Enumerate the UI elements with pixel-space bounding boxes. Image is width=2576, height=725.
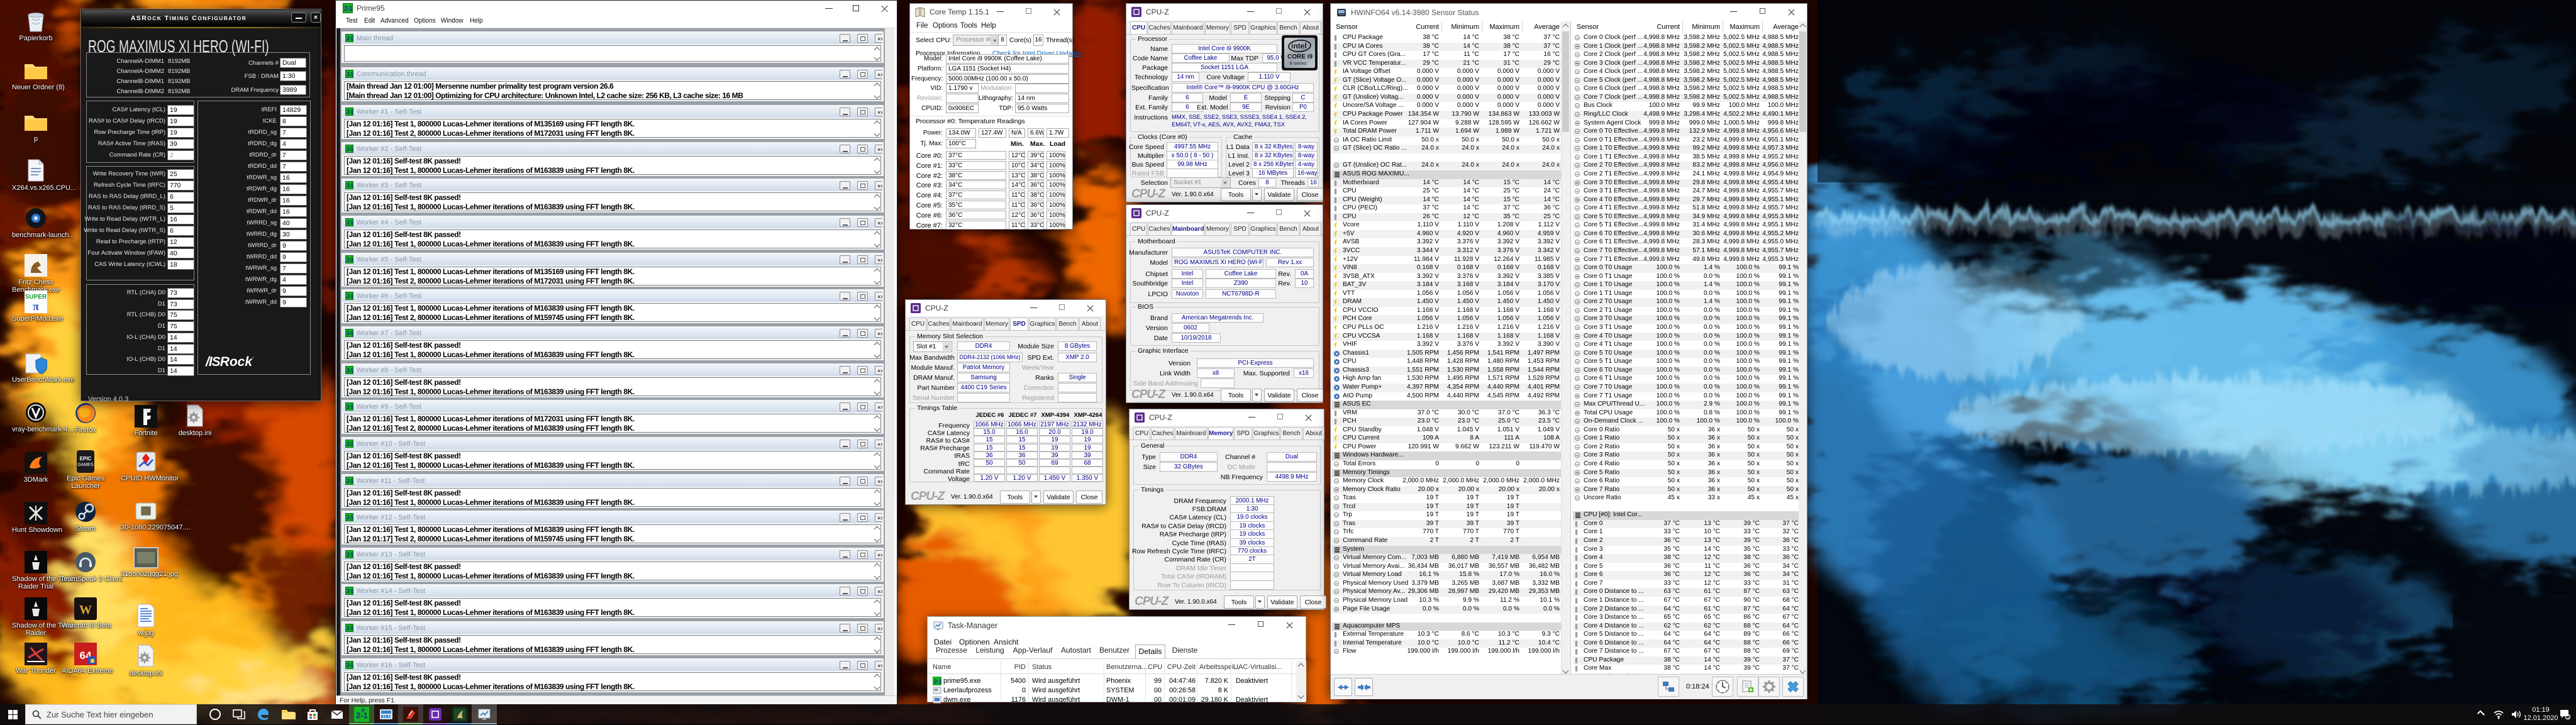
svg-text:P: P bbox=[362, 708, 365, 714]
svg-text:W: W bbox=[79, 603, 92, 617]
svg-text:π: π bbox=[33, 300, 39, 313]
svg-text:1: 1 bbox=[2567, 716, 2570, 719]
svg-text:2-1: 2-1 bbox=[934, 678, 941, 685]
svg-text:EPIC: EPIC bbox=[80, 456, 92, 462]
svg-text:GAMES: GAMES bbox=[77, 463, 94, 467]
